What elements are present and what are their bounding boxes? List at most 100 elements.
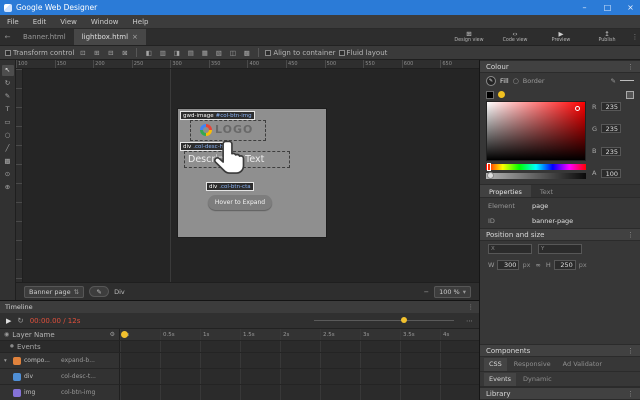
line-tool[interactable]: ╱ xyxy=(2,143,14,154)
events-track[interactable] xyxy=(120,341,479,352)
layer-track[interactable] xyxy=(120,369,479,385)
height-input[interactable]: 250 xyxy=(554,260,576,270)
ellipse-tool[interactable]: ○ xyxy=(2,130,14,141)
green-value-input[interactable]: 235 xyxy=(601,124,621,133)
zoom-tool[interactable]: ⊙ xyxy=(2,169,14,180)
stroke-style-icon[interactable] xyxy=(620,80,634,81)
pen-tool[interactable]: ✎ xyxy=(2,91,14,102)
design-view-button[interactable]: ⊞ Design view xyxy=(446,29,492,45)
chevron-down-icon[interactable]: ▾ xyxy=(4,358,10,364)
more-options-icon[interactable]: ⋯ xyxy=(466,317,473,325)
selection-tool[interactable]: ↖ xyxy=(2,65,14,76)
zoom-level-select[interactable]: 100 % ▾ xyxy=(434,286,471,298)
align-to-container-checkbox[interactable]: Align to container xyxy=(265,49,335,57)
timeline-layer-row[interactable]: ▾ compo... expand-b... xyxy=(0,353,479,369)
border-radio-icon[interactable]: ○ xyxy=(513,77,519,85)
timeline-events-row[interactable]: ● Events xyxy=(0,341,479,353)
picker-handle[interactable] xyxy=(575,106,580,111)
alpha-handle[interactable] xyxy=(487,172,494,179)
align-left-icon[interactable]: ◧ xyxy=(143,49,154,57)
time-ruler[interactable]: 0s 0.5s 1s 1.5s 2s 2.5s 3s 3.5s 4s xyxy=(120,329,479,340)
transform-icon[interactable]: ⊡ xyxy=(77,49,88,57)
fluid-layout-checkbox[interactable]: Fluid layout xyxy=(339,49,388,57)
y-position-input[interactable]: Y xyxy=(538,244,582,254)
tab-banner-html[interactable]: Banner.html xyxy=(15,29,74,45)
align-right-icon[interactable]: ◨ xyxy=(171,49,182,57)
tab-css[interactable]: CSS xyxy=(484,358,507,371)
fill-radio-label[interactable]: Fill xyxy=(500,77,509,85)
hue-handle[interactable] xyxy=(487,163,491,171)
hue-slider[interactable] xyxy=(486,164,586,170)
align-center-icon[interactable]: ▥ xyxy=(157,49,168,57)
tab-properties[interactable]: Properties xyxy=(480,185,531,197)
text-tool[interactable]: T xyxy=(2,104,14,115)
paint-tool[interactable]: ▩ xyxy=(2,156,14,167)
zoom-out-button[interactable]: − xyxy=(424,288,429,296)
transform-icon[interactable]: ⊟ xyxy=(105,49,116,57)
shape-tool[interactable]: ▭ xyxy=(2,117,14,128)
kebab-menu-icon[interactable]: ⋮ xyxy=(627,347,634,355)
layer-track[interactable] xyxy=(120,353,479,369)
colour-panel-header[interactable]: Colour ⋮ xyxy=(480,60,640,73)
align-top-icon[interactable]: ▤ xyxy=(185,49,196,57)
align-bottom-icon[interactable]: ▧ xyxy=(213,49,224,57)
eye-icon[interactable]: ◉ xyxy=(4,331,9,338)
link-dimensions-icon[interactable]: ∞ xyxy=(535,261,540,269)
timeline-layer-row[interactable]: div col-desc-t... xyxy=(0,369,479,385)
tab-responsive[interactable]: Responsive xyxy=(509,358,556,371)
kebab-menu-icon[interactable]: ⋮ xyxy=(627,63,634,71)
distribute-h-icon[interactable]: ◫ xyxy=(227,49,238,57)
fill-color-icon[interactable]: ✎ xyxy=(486,76,496,86)
timeline-layer-row[interactable]: img col-btn-img xyxy=(0,385,479,400)
pencil-icon[interactable]: ✎ xyxy=(611,77,616,85)
menu-view[interactable]: View xyxy=(53,15,84,29)
align-middle-icon[interactable]: ▦ xyxy=(199,49,210,57)
x-position-input[interactable]: X xyxy=(488,244,532,254)
timeline-zoom-slider[interactable] xyxy=(314,320,454,321)
tab-ad-validator[interactable]: Ad Validator xyxy=(558,358,607,371)
canvas[interactable]: gwd-image #col-btn-img LOGO div .col-des… xyxy=(16,69,479,282)
code-view-button[interactable]: ‹› Code view xyxy=(492,29,538,45)
tab-close-icon[interactable]: × xyxy=(132,29,138,46)
hover-to-expand-button[interactable]: Hover to Expand xyxy=(208,195,272,210)
maximize-button[interactable]: □ xyxy=(598,0,617,15)
transform-icon[interactable]: ⊠ xyxy=(119,49,130,57)
color-swatch-yellow[interactable] xyxy=(498,91,505,98)
border-radio-label[interactable]: Border xyxy=(523,77,545,85)
kebab-menu-icon[interactable]: ⋮ xyxy=(468,303,475,311)
page-selector[interactable]: Banner page ⇅ xyxy=(24,286,84,298)
loop-button[interactable]: ↻ xyxy=(17,316,23,325)
components-panel-header[interactable]: Components ⋮ xyxy=(480,344,640,357)
layer-track[interactable] xyxy=(120,385,479,400)
rotate-tool[interactable]: ↻ xyxy=(2,78,14,89)
distribute-v-icon[interactable]: ▩ xyxy=(241,49,252,57)
slider-handle[interactable] xyxy=(401,317,407,323)
blue-value-input[interactable]: 235 xyxy=(601,147,621,156)
color-swatch-black[interactable] xyxy=(486,91,494,99)
tab-events[interactable]: Events xyxy=(484,373,516,386)
edit-element-button[interactable]: ✎ xyxy=(89,286,109,297)
minimize-button[interactable]: – xyxy=(575,0,594,15)
banner-stage[interactable]: gwd-image #col-btn-img LOGO div .col-des… xyxy=(178,109,326,237)
position-size-header[interactable]: Position and size ⋮ xyxy=(480,228,640,241)
preview-button[interactable]: ▶ Preview xyxy=(538,29,584,45)
tab-dynamic[interactable]: Dynamic xyxy=(518,373,557,386)
menu-window[interactable]: Window xyxy=(84,15,126,29)
kebab-menu-icon[interactable]: ⋮ xyxy=(627,231,634,239)
tab-text[interactable]: Text xyxy=(531,185,562,197)
close-button[interactable]: × xyxy=(621,0,640,15)
hand-tool[interactable]: ⊕ xyxy=(2,182,14,193)
play-button[interactable]: ▶ xyxy=(6,317,11,325)
library-panel-header[interactable]: Library ⋮ xyxy=(480,387,640,400)
alpha-slider[interactable] xyxy=(486,173,586,179)
transform-control-checkbox[interactable]: Transform control xyxy=(5,49,74,57)
saturation-value-picker[interactable] xyxy=(486,101,586,161)
color-swatch-current[interactable] xyxy=(626,91,634,99)
id-value[interactable]: banner-page xyxy=(532,217,573,225)
menu-help[interactable]: Help xyxy=(126,15,156,29)
tab-lightbox-html[interactable]: lightbox.html × xyxy=(74,29,146,45)
chevron-left-icon[interactable]: ← xyxy=(0,29,15,45)
playhead[interactable] xyxy=(121,331,128,338)
gear-icon[interactable]: ⚙ xyxy=(110,331,115,338)
menu-file[interactable]: File xyxy=(0,15,26,29)
